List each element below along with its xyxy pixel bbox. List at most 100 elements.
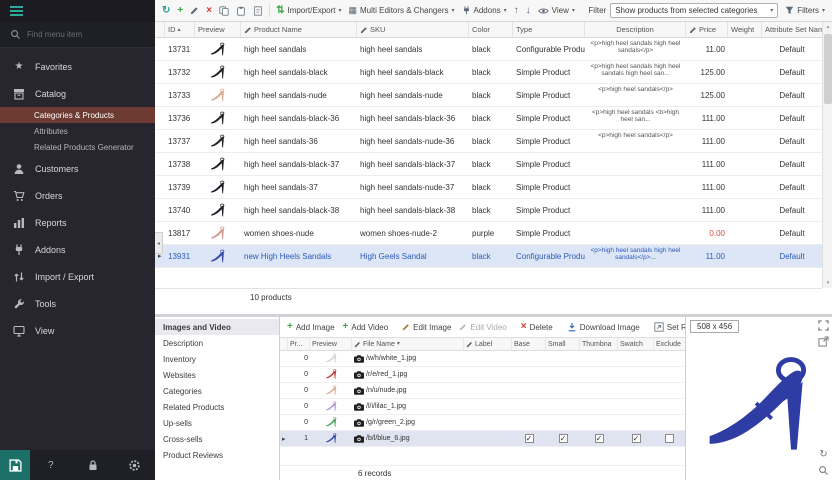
cell-file-name: /l/i/lilac_1.jpg <box>352 399 464 414</box>
scrollbar-thumb[interactable] <box>824 34 832 104</box>
sidebar-item-catalog[interactable]: Catalog <box>0 80 155 107</box>
image-row[interactable]: 0 /r/e/red_1.jpg <box>280 367 685 383</box>
sidebar-item-categories-products[interactable]: Categories & Products <box>0 107 155 123</box>
column-header-priority[interactable]: Pr... <box>288 338 310 350</box>
copy-button[interactable] <box>216 4 232 18</box>
tab-product-reviews[interactable]: Product Reviews <box>155 447 279 463</box>
sidebar-item-view[interactable]: View <box>0 317 155 344</box>
refresh-button[interactable]: ↻ <box>159 4 173 18</box>
tab-inventory[interactable]: Inventory <box>155 351 279 367</box>
column-header-preview[interactable]: Preview <box>310 338 352 350</box>
sidebar-item-reports[interactable]: Reports <box>0 209 155 236</box>
document-button[interactable] <box>250 4 266 18</box>
image-row[interactable]: 0 /n/u/nude.jpg <box>280 383 685 399</box>
collapse-sidebar-handle[interactable]: ◂ <box>155 232 163 254</box>
table-row[interactable]: ▸ 13931 new High Heels Sandals High Geel… <box>155 245 822 268</box>
column-header-color[interactable]: Color <box>469 22 513 37</box>
multi-editors-menu[interactable]: ▦ Multi Editors & Changers ▾ <box>346 4 458 17</box>
lock-button[interactable] <box>72 459 114 471</box>
sidebar-item-attributes[interactable]: Attributes <box>0 123 155 139</box>
thumbnail-checkbox[interactable] <box>595 434 604 443</box>
table-row[interactable]: 13736 high heel sandals-black-36 high he… <box>155 107 822 130</box>
column-header-small[interactable]: Small <box>546 338 580 350</box>
column-header-thumbnail[interactable]: Thumbna <box>580 338 618 350</box>
import-export-menu[interactable]: ⇅ Import/Export ▾ <box>273 4 344 18</box>
edit-video-button[interactable]: Edit Video <box>456 321 509 334</box>
delete-image-button[interactable]: ×Delete <box>518 320 556 334</box>
settings-button[interactable] <box>113 459 155 472</box>
image-row[interactable]: 0 /g/r/green_2.jpg <box>280 415 685 431</box>
tab-images-and-video[interactable]: Images and Video <box>155 319 279 335</box>
scroll-down-arrow[interactable]: ▾ <box>823 278 832 288</box>
exclude-checkbox[interactable] <box>665 434 674 443</box>
cell-attribute-set: Default <box>762 245 822 267</box>
column-header-weight[interactable]: Weight <box>728 22 762 37</box>
vertical-scrollbar[interactable]: ▴ ▾ <box>822 22 832 288</box>
view-menu[interactable]: View ▾ <box>535 4 578 17</box>
sidebar-item-tools[interactable]: Tools <box>0 290 155 317</box>
sidebar-item-related-products-generator[interactable]: Related Products Generator <box>0 139 155 155</box>
edit-image-button[interactable]: Edit Image <box>399 321 454 334</box>
column-header-label[interactable]: Label <box>464 338 512 350</box>
column-header-type[interactable]: Type <box>513 22 585 37</box>
tab-description[interactable]: Description <box>155 335 279 351</box>
column-header-exclude[interactable]: Exclude <box>654 338 685 350</box>
sidebar-item-import-export[interactable]: Import / Export <box>0 263 155 290</box>
table-row[interactable]: 13737 high heel sandals-36 high heel san… <box>155 130 822 153</box>
paste-button[interactable] <box>233 4 249 18</box>
hamburger-menu-icon[interactable] <box>10 6 23 16</box>
base-checkbox[interactable] <box>525 434 534 443</box>
swatch-checkbox[interactable] <box>632 434 641 443</box>
table-row[interactable]: 13740 high heel sandals-black-38 high he… <box>155 199 822 222</box>
filters-menu[interactable]: Filters ▾ <box>782 4 828 17</box>
column-header-price[interactable]: Price <box>686 22 728 37</box>
add-video-button[interactable]: +Add Video <box>340 320 392 334</box>
image-row[interactable]: ▸ 1 /b/l/blue_6.jpg <box>280 431 685 447</box>
download-image-button[interactable]: Download Image <box>564 320 643 334</box>
tab-up-sells[interactable]: Up-sells <box>155 415 279 431</box>
tab-websites[interactable]: Websites <box>155 367 279 383</box>
save-button[interactable] <box>0 450 30 480</box>
delete-product-button[interactable]: × <box>203 4 215 18</box>
menu-search-input[interactable] <box>27 30 137 39</box>
column-header-description[interactable]: Description <box>585 22 686 37</box>
table-row[interactable]: 13817 women shoes-nude women shoes-nude-… <box>155 222 822 245</box>
table-row[interactable]: 13739 high heel sandals-37 high heel san… <box>155 176 822 199</box>
filter-select[interactable]: Show products from selected categories ▾ <box>610 3 778 18</box>
column-header-preview[interactable]: Preview <box>195 22 241 37</box>
fullscreen-button[interactable] <box>817 319 830 332</box>
tab-related-products[interactable]: Related Products <box>155 399 279 415</box>
column-header-sku[interactable]: SKU <box>357 22 469 37</box>
column-header-attribute-set[interactable]: Attribute Set Name <box>762 22 822 37</box>
sidebar-item-addons[interactable]: Addons <box>0 236 155 263</box>
column-header-product-name[interactable]: Product Name <box>241 22 357 37</box>
cell-sku: women shoes-nude-2 <box>357 222 469 244</box>
file-name: /r/e/red_1.jpg <box>366 371 407 378</box>
sidebar-item-orders[interactable]: Orders <box>0 182 155 209</box>
table-row[interactable]: 13732 high heel sandals-black high heel … <box>155 61 822 84</box>
image-row[interactable]: 0 /l/i/lilac_1.jpg <box>280 399 685 415</box>
column-header-id[interactable]: ID▴ <box>165 22 195 37</box>
zoom-image-button[interactable] <box>817 464 830 477</box>
add-image-button[interactable]: +Add Image <box>284 320 338 334</box>
tab-cross-sells[interactable]: Cross-sells <box>155 431 279 447</box>
image-row[interactable]: 0 /w/h/white_1.jpg <box>280 351 685 367</box>
help-button[interactable]: ? <box>30 460 72 471</box>
rotate-image-button[interactable]: ↻ <box>817 448 830 461</box>
table-row[interactable]: 13731 high heel sandals high heel sandal… <box>155 38 822 61</box>
column-header-file-name[interactable]: File Name▾ <box>352 338 464 350</box>
column-header-base[interactable]: Base <box>512 338 546 350</box>
table-row[interactable]: 13738 high heel sandals-black-37 high he… <box>155 153 822 176</box>
scroll-up-arrow[interactable]: ▴ <box>823 22 832 32</box>
edit-product-button[interactable] <box>187 4 202 17</box>
table-row[interactable]: 13733 high heel sandals-nude high heel s… <box>155 84 822 107</box>
column-header-swatch[interactable]: Swatch <box>618 338 654 350</box>
sidebar-item-customers[interactable]: Customers <box>0 155 155 182</box>
sort-ascending-button[interactable]: ↑ <box>511 4 522 18</box>
add-product-button[interactable]: + <box>174 4 186 18</box>
tab-categories[interactable]: Categories <box>155 383 279 399</box>
sidebar-item-favorites[interactable]: ★ Favorites <box>0 53 155 80</box>
small-checkbox[interactable] <box>559 434 568 443</box>
addons-menu[interactable]: Addons ▾ <box>459 4 510 17</box>
sort-descending-button[interactable]: ↓ <box>523 4 534 18</box>
